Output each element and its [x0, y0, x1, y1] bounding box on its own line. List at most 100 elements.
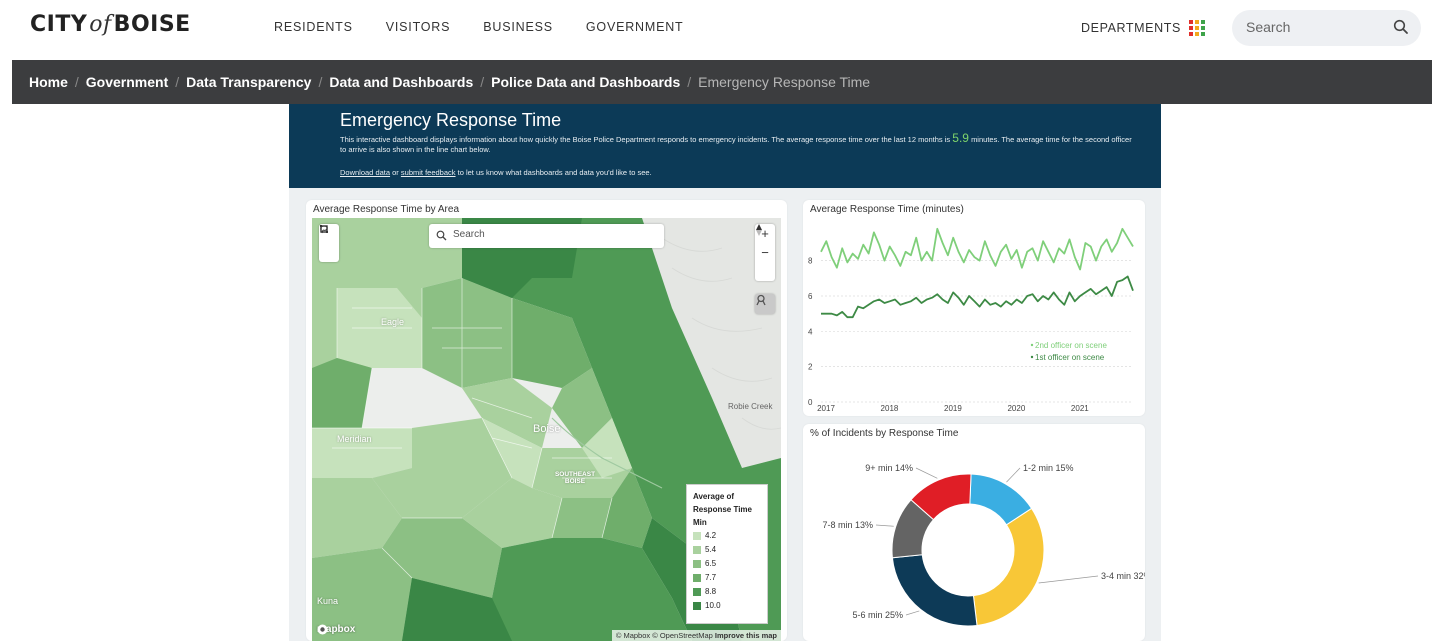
line-chart[interactable]: 0 2 4 6 8 2017 2018 2019 2020 2021 2nd officer on … — [803, 200, 1145, 416]
legend-swatch — [693, 560, 701, 568]
series-line — [820, 227, 1134, 271]
y-tick-label: 8 — [808, 257, 813, 266]
x-tick-label: 2021 — [1071, 404, 1089, 413]
donut-slice — [891, 554, 978, 627]
nav-business[interactable]: BUSINESS — [483, 20, 553, 34]
breadcrumb-separator: / — [480, 74, 485, 90]
slice-label: 1-2 min 15% — [1023, 463, 1074, 473]
dot — [1200, 20, 1205, 24]
map-pin-tool-button[interactable] — [755, 294, 775, 314]
legend-label: 1st officer on scene — [1035, 353, 1105, 362]
map-pin-icon — [756, 294, 766, 306]
slice-label: 5-6 min 25% — [852, 610, 903, 620]
map-label-southeast-boise: SOUTHEAST BOISE — [554, 471, 596, 485]
submit-feedback-link[interactable]: submit feedback — [401, 168, 456, 177]
page-title: Emergency Response Time — [340, 110, 562, 130]
breadcrumb-separator: / — [687, 74, 692, 90]
legend-label: 10.0 — [705, 601, 721, 610]
legend-label: 4.2 — [705, 531, 717, 540]
x-tick-label: 2018 — [881, 404, 899, 413]
x-tick-label: 2019 — [944, 404, 962, 413]
rectangle-select-icon — [320, 225, 328, 233]
legend-label: 6.5 — [705, 559, 717, 568]
improve-map-link[interactable]: Improve this map — [715, 631, 777, 640]
dot — [1188, 26, 1193, 30]
description-text: This interactive dashboard displays info… — [340, 135, 951, 144]
dot — [1188, 32, 1193, 36]
links-trailing-text: to let us know what dashboards and data … — [457, 168, 652, 177]
breadcrumb-separator: / — [175, 74, 180, 90]
breadcrumb-data-transparency[interactable]: Data Transparency — [186, 74, 311, 90]
legend-item: 4.2 — [693, 529, 761, 543]
dashboard: Emergency Response Time This interactive… — [289, 104, 1161, 641]
map-card-title: Average Response Time by Area — [313, 204, 460, 215]
label-leader — [915, 467, 938, 479]
departments-label: DEPARTMENTS — [1081, 21, 1181, 35]
y-tick-label: 4 — [808, 327, 813, 336]
dot — [1194, 20, 1199, 24]
legend-swatch — [693, 574, 701, 582]
map-label-robie-creek: Robie Creek — [728, 402, 773, 411]
zoom-out-button[interactable]: − — [755, 243, 775, 262]
departments-menu[interactable]: DEPARTMENTS — [1081, 20, 1205, 36]
nav-residents[interactable]: RESIDENTS — [274, 20, 353, 34]
x-tick-label: 2020 — [1007, 404, 1025, 413]
map-label-boise: Boise — [533, 423, 561, 435]
breadcrumb-police-data[interactable]: Police Data and Dashboards — [491, 74, 680, 90]
label-leader — [875, 524, 894, 527]
map-search-icon — [436, 230, 447, 241]
zoom-controls: + − — [755, 224, 775, 281]
map-label-eagle: Eagle — [381, 317, 405, 327]
label-leader — [1038, 575, 1099, 584]
banner-links: Download data or submit feedback to let … — [340, 168, 652, 177]
legend-marker — [1030, 355, 1034, 359]
reset-bearing-button[interactable] — [755, 224, 775, 281]
average-response-value: 5.9 — [952, 131, 969, 145]
search-icon[interactable] — [1393, 19, 1409, 35]
legend-swatch — [693, 602, 701, 610]
breadcrumb: Home / Government / Data Transparency / … — [29, 74, 870, 90]
site-header: CITYofBOISE RESIDENTS VISITORS BUSINESS … — [0, 0, 1432, 60]
map-search-input[interactable] — [453, 229, 653, 240]
mapbox-logo[interactable]: mapbox — [317, 624, 355, 635]
map-card: Average Response Time by Area Eagle Meri… — [306, 200, 787, 641]
dot — [1188, 20, 1193, 24]
mapbox-icon — [317, 624, 328, 635]
legend-swatch — [693, 546, 701, 554]
legend-title: Average of Response Time Min — [693, 492, 752, 527]
map-label-kuna: Kuna — [317, 596, 339, 606]
legend-item: 8.8 — [693, 585, 761, 599]
dot — [1194, 26, 1199, 30]
y-tick-label: 6 — [808, 292, 813, 301]
download-data-link[interactable]: Download data — [340, 168, 390, 177]
map-legend: Average of Response Time Min 4.2 5.4 6.5… — [686, 484, 768, 624]
map-search — [429, 224, 664, 248]
donut-chart[interactable]: 1-2 min 15% 3-4 min 32% 5-6 min 25% 7-8 min… — [803, 424, 1145, 641]
legend-marker — [1030, 343, 1034, 347]
choropleth-map[interactable]: Eagle Meridian Boise SOUTHEAST BOISE Kun… — [312, 218, 781, 641]
legend-item: 6.5 — [693, 557, 761, 571]
logo-boise-text: BOISE — [113, 12, 191, 37]
legend-label: 8.8 — [705, 587, 717, 596]
grid-dots-icon — [1188, 20, 1205, 36]
breadcrumb-separator: / — [74, 74, 79, 90]
legend-swatch — [693, 588, 701, 596]
legend-label: 5.4 — [705, 545, 717, 554]
rectangle-select-button[interactable] — [319, 225, 339, 262]
dot — [1200, 26, 1205, 30]
or-text: or — [392, 168, 399, 177]
city-logo[interactable]: CITYofBOISE — [30, 12, 191, 37]
site-search-input[interactable] — [1246, 19, 1386, 35]
legend-label: 7.7 — [705, 573, 717, 582]
breadcrumb-home[interactable]: Home — [29, 74, 68, 90]
draw-tools — [319, 224, 339, 262]
map-label-meridian: Meridian — [337, 434, 372, 444]
nav-government[interactable]: GOVERNMENT — [586, 20, 684, 34]
attribution-text[interactable]: © Mapbox © OpenStreetMap — [616, 631, 713, 640]
breadcrumb-data-dashboards[interactable]: Data and Dashboards — [329, 74, 473, 90]
breadcrumb-government[interactable]: Government — [86, 74, 168, 90]
legend-label: 2nd officer on scene — [1035, 341, 1107, 350]
slice-label: 9+ min 14% — [865, 463, 913, 473]
nav-visitors[interactable]: VISITORS — [386, 20, 451, 34]
dot — [1200, 32, 1205, 36]
